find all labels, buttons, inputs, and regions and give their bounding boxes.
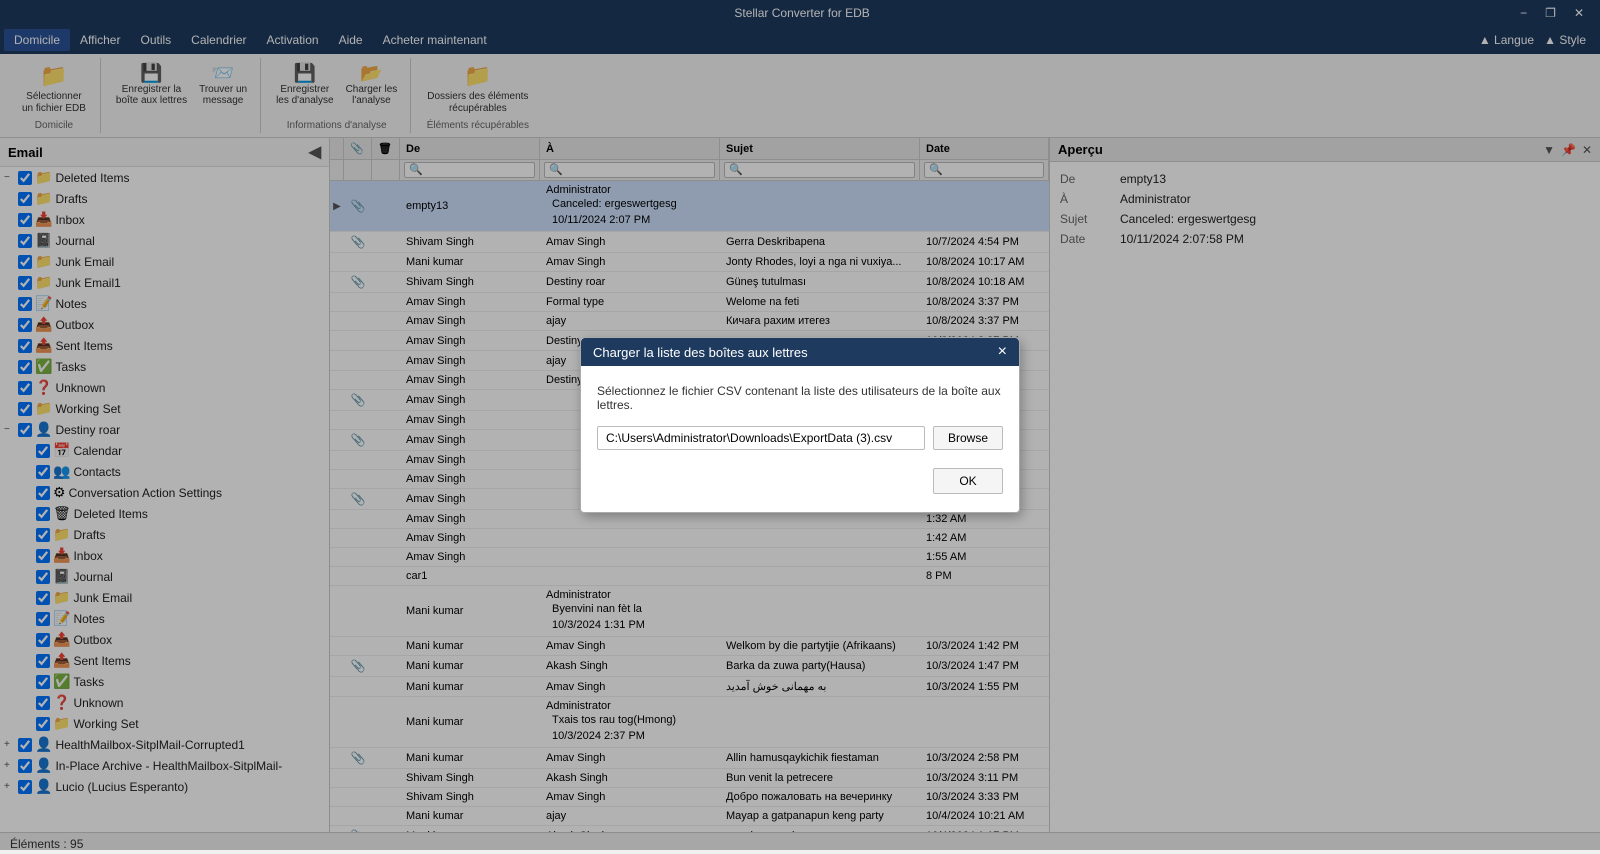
dialog-csv-input[interactable] (597, 426, 925, 450)
dialog-ok-button[interactable]: OK (933, 468, 1003, 494)
dialog-browse-button[interactable]: Browse (933, 426, 1003, 450)
dialog: Charger la liste des boîtes aux lettres … (580, 337, 1020, 513)
dialog-btn-row: OK (597, 468, 1003, 494)
dialog-input-row: Browse (597, 426, 1003, 450)
dialog-title: Charger la liste des boîtes aux lettres (593, 345, 808, 360)
dialog-description: Sélectionnez le fichier CSV contenant la… (597, 384, 1003, 412)
dialog-body: Sélectionnez le fichier CSV contenant la… (581, 366, 1019, 512)
dialog-overlay: Charger la liste des boîtes aux lettres … (0, 0, 1600, 850)
dialog-title-bar: Charger la liste des boîtes aux lettres … (581, 338, 1019, 366)
dialog-close-button[interactable]: × (998, 344, 1007, 360)
